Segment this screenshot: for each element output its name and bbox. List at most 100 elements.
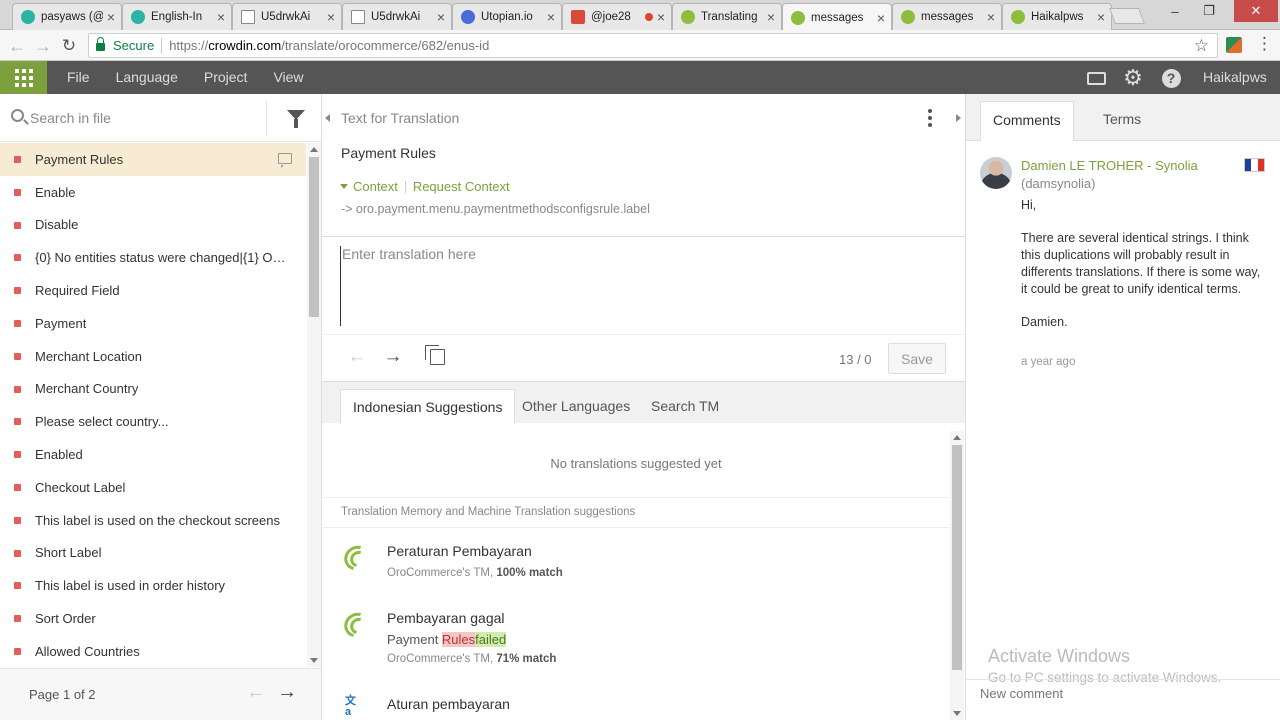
- extension-icon[interactable]: [1226, 37, 1242, 53]
- scroll-up-icon[interactable]: [953, 435, 961, 440]
- browser-tab-active[interactable]: messages ×: [782, 3, 892, 31]
- bookmark-star-icon[interactable]: ☆: [1194, 36, 1209, 56]
- browser-tab[interactable]: English-In ×: [122, 3, 232, 30]
- tab-comments[interactable]: Comments: [980, 101, 1074, 141]
- save-button[interactable]: Save: [888, 343, 946, 374]
- menu-view[interactable]: View: [260, 61, 316, 94]
- string-item[interactable]: This label is used on the checkout scree…: [0, 504, 306, 537]
- apps-grid-icon[interactable]: [0, 61, 47, 94]
- address-bar[interactable]: Secure https:// crowdin.com /translate/o…: [88, 33, 1218, 58]
- string-item[interactable]: Enabled: [0, 438, 306, 471]
- previous-page-icon[interactable]: ←: [246, 681, 266, 704]
- tab-terms[interactable]: Terms: [1091, 101, 1153, 141]
- close-tab-icon[interactable]: ×: [657, 9, 665, 25]
- string-item[interactable]: Merchant Location: [0, 340, 306, 373]
- string-item[interactable]: Merchant Country: [0, 373, 306, 406]
- browser-menu-icon[interactable]: ⋮: [1256, 34, 1273, 54]
- untranslated-status-icon: [14, 516, 21, 524]
- close-tab-icon[interactable]: ×: [547, 9, 555, 25]
- close-tab-icon[interactable]: ×: [877, 10, 885, 26]
- browser-tab[interactable]: U5drwkAi ×: [232, 3, 342, 30]
- copy-source-icon[interactable]: [425, 345, 445, 365]
- untranslated-status-icon: [14, 451, 21, 459]
- reload-icon[interactable]: ↻: [58, 35, 80, 57]
- string-item[interactable]: Disable: [0, 209, 306, 242]
- comment-author[interactable]: Damien LE TROHER - Synolia: [1021, 158, 1198, 173]
- close-tab-icon[interactable]: ×: [437, 9, 445, 25]
- site-favicon-icon: [131, 10, 145, 24]
- keyboard-shortcuts-button[interactable]: [1085, 67, 1107, 89]
- collapse-right-icon[interactable]: [956, 114, 961, 122]
- browser-tab[interactable]: @joe28 ×: [562, 3, 672, 30]
- close-tab-icon[interactable]: ×: [1097, 9, 1105, 25]
- menu-file[interactable]: File: [54, 61, 103, 94]
- more-options-icon[interactable]: [928, 109, 932, 127]
- close-tab-icon[interactable]: ×: [767, 9, 775, 25]
- new-comment-input[interactable]: New comment: [966, 679, 1280, 720]
- string-item[interactable]: Short Label: [0, 537, 306, 570]
- back-arrow-icon[interactable]: ←: [6, 35, 28, 57]
- string-item[interactable]: Sort Order: [0, 602, 306, 635]
- next-page-icon[interactable]: →: [277, 681, 297, 704]
- string-item-selected[interactable]: Payment Rules: [0, 143, 306, 176]
- maximize-window-icon[interactable]: ❐: [1192, 0, 1226, 22]
- french-flag-icon: [1244, 158, 1265, 172]
- browser-tab[interactable]: U5drwkAi ×: [342, 3, 452, 30]
- suggestions-scrollbar[interactable]: [950, 431, 964, 720]
- scroll-down-icon[interactable]: [953, 711, 961, 716]
- scroll-down-icon[interactable]: [310, 658, 318, 663]
- previous-string-icon[interactable]: ←: [346, 346, 368, 368]
- browser-tab[interactable]: Translating ×: [672, 3, 782, 30]
- browser-tab[interactable]: messages ×: [892, 3, 1002, 30]
- translation-input[interactable]: [340, 246, 940, 326]
- help-button[interactable]: ?: [1160, 67, 1182, 89]
- string-item[interactable]: Checkout Label: [0, 471, 306, 504]
- browser-tab[interactable]: pasyaws (@ ×: [12, 3, 122, 30]
- scrollbar-thumb[interactable]: [309, 157, 319, 317]
- menu-language[interactable]: Language: [103, 61, 191, 94]
- string-list-scrollbar[interactable]: [307, 143, 321, 667]
- untranslated-status-icon: [14, 385, 21, 393]
- new-tab-button[interactable]: [1109, 8, 1145, 24]
- string-item[interactable]: {0} No entities status were changed|{1} …: [0, 241, 306, 274]
- menu-project[interactable]: Project: [191, 61, 261, 94]
- request-context-link[interactable]: Request Context: [413, 179, 510, 194]
- tab-search-tm[interactable]: Search TM: [639, 389, 731, 424]
- untranslated-status-icon: [14, 254, 21, 262]
- editor-panel: Text for Translation Payment Rules Conte…: [322, 94, 966, 720]
- help-icon: ?: [1161, 68, 1181, 88]
- user-name[interactable]: Haikalpws: [1203, 61, 1267, 94]
- minimize-window-icon[interactable]: –: [1158, 0, 1192, 22]
- string-item[interactable]: Payment: [0, 307, 306, 340]
- close-tab-icon[interactable]: ×: [217, 9, 225, 25]
- scrollbar-thumb[interactable]: [952, 445, 962, 670]
- filter-icon[interactable]: [287, 110, 305, 128]
- collapse-left-icon[interactable]: [325, 114, 330, 122]
- close-tab-icon[interactable]: ×: [327, 9, 335, 25]
- browser-tab[interactable]: Haikalpws ×: [1002, 3, 1112, 30]
- forward-arrow-icon[interactable]: →: [32, 35, 54, 57]
- mt-suggestion[interactable]: 文a Aturan pembayaran: [322, 696, 950, 720]
- comments-panel: Comments Terms Damien LE TROHER - Synoli…: [966, 94, 1280, 720]
- tab-indonesian-suggestions[interactable]: Indonesian Suggestions: [340, 389, 516, 424]
- close-tab-icon[interactable]: ×: [107, 9, 115, 25]
- scroll-up-icon[interactable]: [310, 147, 318, 152]
- browser-tab[interactable]: Utopian.io ×: [452, 3, 562, 30]
- suggestion-source-diff: Payment Rulesfailed: [387, 632, 507, 647]
- search-input[interactable]: [30, 106, 260, 130]
- tab-other-languages[interactable]: Other Languages: [510, 389, 642, 424]
- windows-activation-watermark: Activate Windows: [988, 646, 1131, 666]
- close-tab-icon[interactable]: ×: [987, 9, 995, 25]
- string-item[interactable]: Enable: [0, 176, 306, 209]
- tm-suggestion[interactable]: Pembayaran gagal Payment Rulesfailed Oro…: [322, 610, 950, 670]
- untranslated-status-icon: [14, 188, 21, 196]
- string-item[interactable]: Allowed Countries: [0, 635, 306, 667]
- close-window-icon[interactable]: ✕: [1234, 0, 1278, 22]
- tm-suggestion[interactable]: Peraturan Pembayaran OroCommerce's TM, 1…: [322, 543, 950, 593]
- string-item[interactable]: Required Field: [0, 274, 306, 307]
- next-string-icon[interactable]: →: [382, 346, 404, 368]
- settings-gear-icon[interactable]: ⚙: [1122, 65, 1144, 90]
- string-item[interactable]: This label is used in order history: [0, 569, 306, 602]
- context-toggle[interactable]: Context: [353, 179, 398, 194]
- string-item[interactable]: Please select country...: [0, 405, 306, 438]
